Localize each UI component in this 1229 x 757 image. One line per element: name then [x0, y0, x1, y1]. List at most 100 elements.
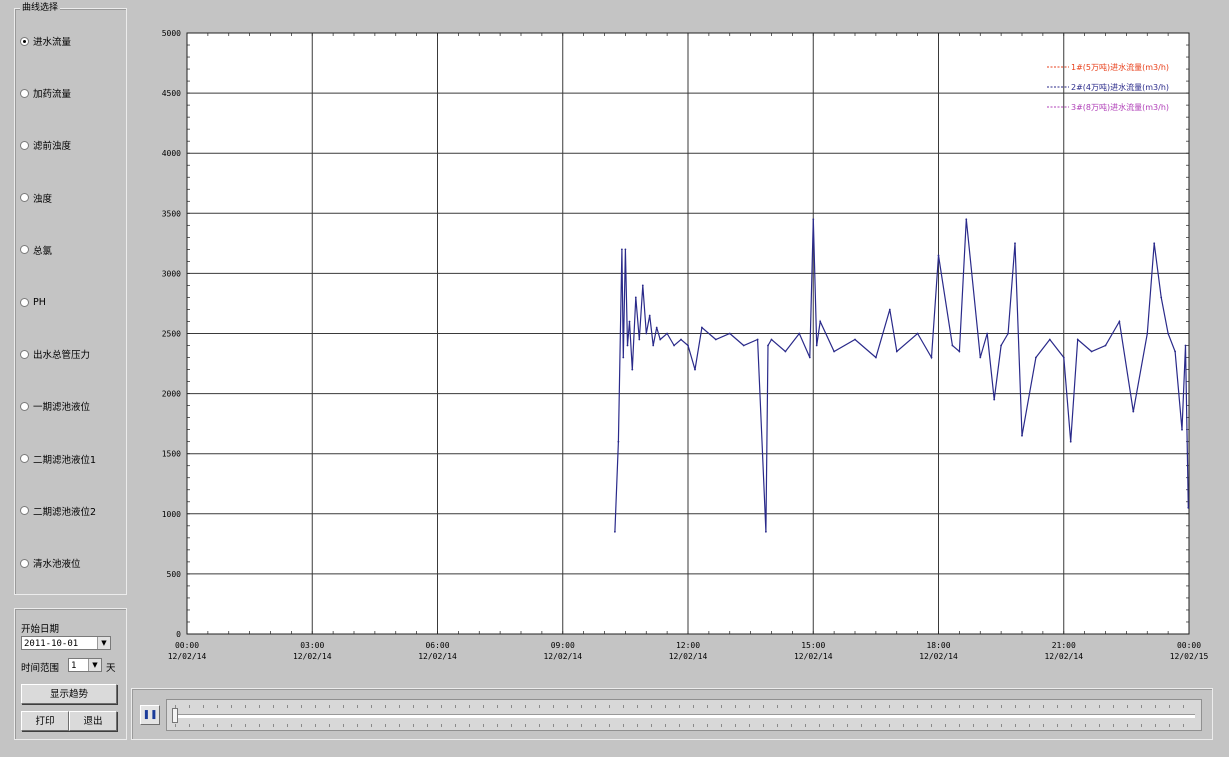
x-tick-time: 00:00 [1177, 641, 1201, 650]
series-point [833, 350, 835, 353]
x-tick-time: 18:00 [926, 641, 950, 650]
legend-label-1: 2#(4万吨)进水流量(m3/h) [1071, 82, 1169, 92]
y-tick-label: 1000 [162, 510, 181, 519]
series-point [756, 338, 759, 341]
pause-icon: ❚❚ [142, 710, 158, 720]
y-tick-label: 3000 [162, 269, 181, 278]
x-tick-time: 21:00 [1052, 641, 1076, 650]
pause-button[interactable]: ❚❚ [140, 705, 160, 725]
series-point [1153, 242, 1156, 245]
slider-groove [173, 714, 1195, 718]
series-point [958, 350, 961, 353]
series-point [742, 344, 745, 347]
legend-label-0: 1#(5万吨)进水流量(m3/h) [1071, 62, 1169, 72]
x-tick-date: 12/02/14 [293, 652, 332, 661]
series-point [1118, 320, 1121, 323]
x-tick-date: 12/02/14 [794, 652, 833, 661]
series-point [631, 368, 634, 371]
series-point [765, 530, 767, 533]
series-point [854, 338, 856, 341]
series-point [648, 314, 651, 317]
series-point [986, 332, 989, 335]
slider-thumb[interactable] [172, 708, 178, 723]
series-point [666, 332, 668, 335]
series-point [1167, 332, 1169, 335]
series-point [1187, 506, 1190, 509]
series-point [767, 344, 769, 347]
x-tick-time: 00:00 [175, 641, 199, 650]
trend-chart: 0 500 1000 1500 2000 2500 3000 3500 4000 4500 5000… [162, 29, 1209, 661]
series-point [1062, 356, 1065, 359]
series-point [728, 332, 731, 335]
series-point [621, 248, 623, 251]
x-tick-date: 12/02/14 [669, 652, 708, 661]
series-point [1007, 332, 1009, 335]
slider-ticks-bottom [175, 724, 1193, 727]
y-tick-label: 4500 [162, 89, 181, 98]
series-point [798, 332, 801, 335]
series-point [655, 326, 658, 329]
x-tick-date: 12/02/14 [168, 652, 207, 661]
x-tick-date: 12/02/14 [418, 652, 457, 661]
series-point [1181, 428, 1183, 431]
print-button[interactable]: 打印 [21, 711, 69, 731]
y-tick-label: 2000 [162, 390, 181, 399]
exit-button[interactable]: 退出 [69, 711, 117, 731]
series-point [888, 308, 891, 311]
series-point [1174, 350, 1176, 353]
series-point [652, 344, 655, 347]
series-point [1090, 350, 1093, 353]
y-tick-label: 1500 [162, 450, 181, 459]
series-point [815, 344, 818, 347]
series-point [1146, 332, 1149, 335]
series-point [1076, 338, 1079, 341]
series-point [875, 356, 877, 359]
series-point [916, 332, 919, 335]
y-tick-label: 5000 [162, 29, 181, 38]
x-tick-time: 09:00 [551, 641, 575, 650]
series-point [1021, 434, 1023, 437]
series-point [812, 218, 815, 221]
series-point [614, 530, 616, 533]
x-tick-date: 12/02/14 [1044, 652, 1083, 661]
series-point [895, 350, 898, 353]
series-point [1000, 344, 1002, 347]
series-point [701, 326, 703, 329]
series-point [1132, 410, 1135, 413]
x-tick-time: 12:00 [676, 641, 700, 650]
series-point [624, 248, 627, 251]
x-tick-time: 06:00 [425, 641, 449, 650]
series-point [808, 356, 811, 359]
series-point [626, 344, 629, 347]
series-point [714, 338, 717, 341]
show-trend-button[interactable]: 显示趋势 [21, 684, 117, 704]
series-point [965, 218, 968, 221]
series-point [930, 356, 933, 359]
series-point [1104, 344, 1107, 347]
series-point [673, 344, 675, 347]
x-tick-time: 03:00 [300, 641, 324, 650]
series-point [638, 338, 641, 341]
x-tick-time: 15:00 [801, 641, 825, 650]
series-point [937, 254, 940, 257]
series-point [694, 368, 696, 371]
series-point [1069, 440, 1072, 443]
series-point [1035, 356, 1037, 359]
series-point [645, 332, 648, 335]
y-tick-label: 2500 [162, 330, 181, 339]
x-tick-date: 12/02/14 [919, 652, 958, 661]
series-point [770, 338, 773, 341]
series-point [641, 284, 644, 287]
series-point [628, 320, 631, 323]
series-point [819, 320, 822, 323]
series-point [659, 338, 662, 341]
time-slider[interactable] [166, 699, 1202, 731]
series-point [951, 344, 954, 347]
series-point [1014, 242, 1016, 245]
series-point [687, 344, 689, 347]
slider-ticks-top [175, 705, 1193, 708]
x-tick-date: 12/02/15 [1170, 652, 1209, 661]
series-point [634, 296, 637, 299]
series-point [617, 440, 620, 443]
series-point [1160, 296, 1163, 299]
